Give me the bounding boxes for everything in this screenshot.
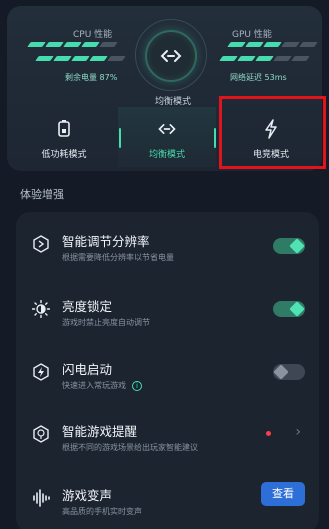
toggle-knob	[273, 364, 289, 380]
battery-icon	[58, 120, 70, 137]
cpu-bar	[35, 56, 54, 61]
feature-desc-text: 快速进入常玩游戏	[62, 381, 126, 390]
feature-title: 智能游戏提醒	[62, 424, 138, 439]
flash-launch-toggle[interactable]	[273, 364, 305, 380]
feature-title: 闪电启动	[62, 362, 113, 377]
mode-balanced-button[interactable]: 均衡模式	[118, 107, 216, 167]
cpu-bar	[63, 42, 82, 47]
section-title: 体验增强	[20, 188, 64, 201]
lightning-icon	[33, 363, 49, 381]
gpu-title: GPU 性能	[232, 30, 272, 40]
gpu-bar	[227, 42, 246, 47]
info-icon[interactable]: i	[132, 380, 142, 391]
cpu-title: CPU 性能	[73, 30, 113, 40]
gpu-bar	[219, 56, 238, 61]
feature-desc: 高品质的手机实时变声	[62, 507, 142, 516]
mode-esports-button[interactable]: 电竞模式	[222, 107, 320, 167]
feature-title: 亮度锁定	[62, 299, 113, 314]
gpu-bar	[281, 42, 300, 47]
cpu-level-bars	[27, 42, 118, 47]
mode-ring	[145, 30, 197, 82]
smart-resolution-toggle[interactable]	[273, 238, 305, 254]
cpu-bar	[71, 56, 90, 61]
feature-title: 游戏变声	[62, 488, 113, 503]
feature-brightness-lock: 亮度锁定 游戏时禁止亮度自动调节	[16, 279, 319, 339]
mode-low-power-button[interactable]: 低功耗模式	[15, 107, 113, 167]
balance-icon	[158, 124, 176, 134]
gpu-bar	[291, 56, 310, 61]
cpu-bar	[45, 42, 64, 47]
gpu-bar	[273, 56, 292, 61]
gpu-bar	[255, 56, 274, 61]
gpu-bar	[263, 42, 282, 47]
cpu-bar	[81, 42, 100, 47]
feature-flash-launch: 闪电启动 快速进入常玩游戏 i	[16, 342, 319, 402]
cpu-bar	[27, 42, 46, 47]
feature-smart-game-reminder[interactable]: 智能游戏提醒 根据不同的游戏场景给出玩家智能建议 ›	[16, 404, 319, 464]
brain-icon	[33, 425, 49, 443]
lightning-icon	[265, 119, 277, 139]
gpu-level-bars-secondary	[219, 56, 310, 61]
cpu-bar	[89, 56, 108, 61]
performance-header: CPU 性能 剩余电量 87% 均衡模式 GPU 性能 网络延迟 53ms 低功…	[7, 6, 322, 171]
feature-desc: 游戏时禁止亮度自动调节	[62, 318, 150, 327]
battery-remaining: 剩余电量 87%	[65, 73, 118, 82]
toggle-knob	[289, 238, 305, 254]
cpu-level-bars-secondary	[35, 56, 126, 61]
brightness-lock-toggle[interactable]	[273, 301, 305, 317]
brightness-icon	[32, 300, 50, 318]
network-latency: 网络延迟 53ms	[230, 73, 287, 82]
mode-label: 低功耗模式	[41, 150, 87, 160]
gpu-bar	[237, 56, 256, 61]
chevron-right-icon[interactable]: ›	[295, 424, 301, 440]
feature-desc: 快速进入常玩游戏 i	[62, 380, 142, 391]
game-performance-screen: CPU 性能 剩余电量 87% 均衡模式 GPU 性能 网络延迟 53ms 低功…	[0, 0, 329, 529]
gpu-level-bars	[227, 42, 318, 47]
current-mode-label: 均衡模式	[154, 97, 191, 107]
voice-wave-icon	[33, 489, 50, 507]
active-mode-edge	[214, 128, 216, 148]
resolution-icon	[33, 235, 49, 253]
cpu-bar	[53, 56, 72, 61]
feature-title: 智能调节分辨率	[62, 234, 150, 249]
gpu-bar	[299, 42, 318, 47]
feature-desc: 根据不同的游戏场景给出玩家智能建议	[62, 443, 198, 452]
mode-label: 电竞模式	[252, 150, 289, 160]
mode-label: 均衡模式	[148, 150, 185, 160]
gpu-bar	[245, 42, 264, 47]
view-button[interactable]: 查看	[261, 482, 305, 506]
feature-smart-resolution: 智能调节分辨率 根据需要降低分辨率以节省电量	[16, 214, 319, 274]
balance-icon	[160, 50, 182, 62]
feature-voice-changer: 游戏变声 高品质的手机实时变声 查看	[16, 468, 319, 528]
new-badge-dot	[266, 431, 271, 436]
cpu-bar	[99, 42, 118, 47]
feature-desc: 根据需要降低分辨率以节省电量	[62, 253, 174, 262]
toggle-knob	[289, 301, 305, 317]
cpu-bar	[107, 56, 126, 61]
